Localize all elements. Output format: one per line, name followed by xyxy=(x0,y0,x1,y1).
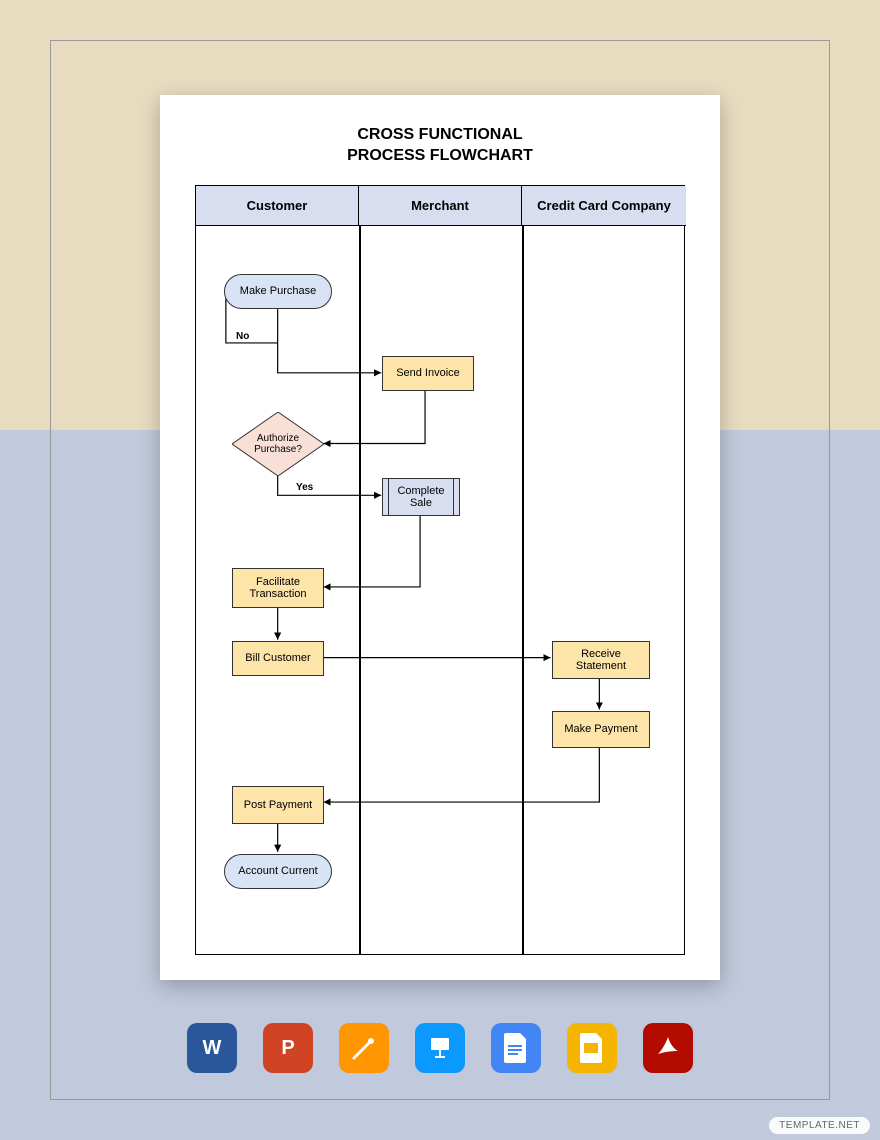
powerpoint-icon[interactable]: P xyxy=(263,1023,313,1073)
node-facilitate-transaction: Facilitate Transaction xyxy=(232,568,324,608)
lane-header-merchant: Merchant xyxy=(359,186,522,226)
word-icon[interactable]: W xyxy=(187,1023,237,1073)
node-receive-statement: Receive Statement xyxy=(552,641,650,679)
watermark: TEMPLATE.NET xyxy=(769,1117,870,1134)
lane-divider xyxy=(522,226,524,954)
keynote-icon[interactable] xyxy=(415,1023,465,1073)
node-send-invoice: Send Invoice xyxy=(382,356,474,391)
lane-header-credit-card: Credit Card Company xyxy=(522,186,686,226)
node-bill-customer: Bill Customer xyxy=(232,641,324,676)
google-slides-icon[interactable] xyxy=(567,1023,617,1073)
pdf-icon[interactable] xyxy=(643,1023,693,1073)
lane-divider xyxy=(359,226,361,954)
document-page: CROSS FUNCTIONAL PROCESS FLOWCHART Custo… xyxy=(160,95,720,980)
page-title: CROSS FUNCTIONAL PROCESS FLOWCHART xyxy=(195,125,685,167)
app-icon-tray: W P xyxy=(0,1023,880,1073)
google-docs-icon[interactable] xyxy=(491,1023,541,1073)
node-post-payment: Post Payment xyxy=(232,786,324,824)
flowchart: Customer Merchant Credit Card Company xyxy=(195,185,685,955)
node-authorize-purchase: Authorize Purchase? xyxy=(232,412,324,476)
node-make-payment: Make Payment xyxy=(552,711,650,748)
node-account-current: Account Current xyxy=(224,854,332,889)
label-yes: Yes xyxy=(296,482,313,493)
pages-icon[interactable] xyxy=(339,1023,389,1073)
node-complete-sale: Complete Sale xyxy=(382,478,460,516)
label-no: No xyxy=(236,331,249,342)
node-make-purchase: Make Purchase xyxy=(224,274,332,309)
node-authorize-label: Authorize Purchase? xyxy=(232,412,324,476)
lane-header-customer: Customer xyxy=(196,186,359,226)
